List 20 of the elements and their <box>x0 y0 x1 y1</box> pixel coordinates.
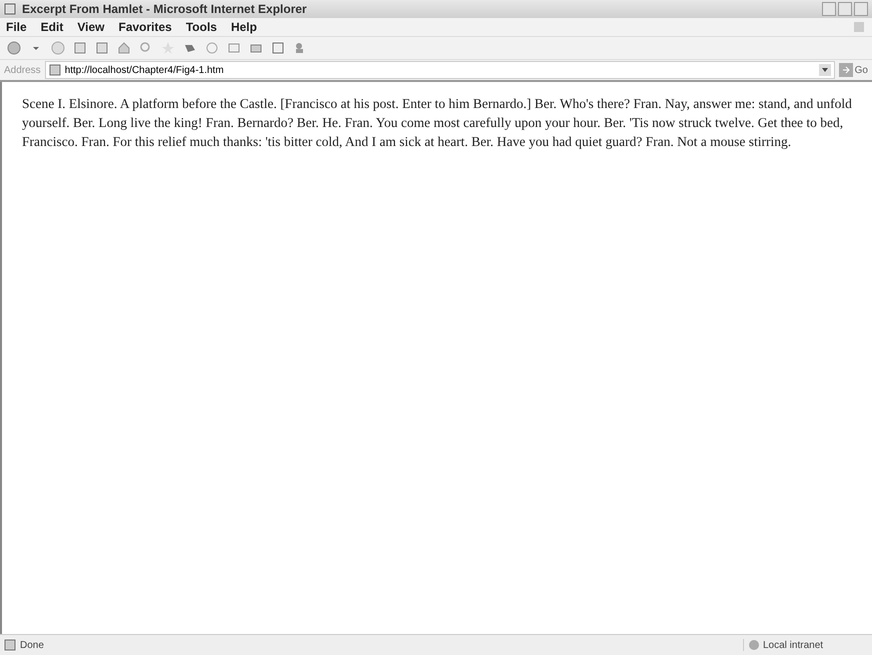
body-paragraph: Scene I. Elsinore. A platform before the Castle. [Francisco at his post. Enter to him Bernardo.] Ber. Who's there? Fran. Nay, answer me: stand, and unfold yourself. Ber. Long live the king! Fran. Bernardo? Ber. He. Fran. You come most carefully upon your hour. Ber. 'Tis now struck twelve. Get thee to bed, Francisco. Fran. For this relief much thanks: 'tis bitter cold, And I am sick at heart. Ber. Have you had quiet guard? Fran. Not a mouse stirring. <box>22 95 852 151</box>
menu-item[interactable]: File <box>6 20 27 34</box>
zone-text: Local intranet <box>763 640 824 650</box>
menu-item[interactable]: Tools <box>186 20 217 34</box>
status-text: Done <box>20 640 44 650</box>
maximize-button[interactable] <box>838 2 852 16</box>
address-field[interactable]: http://localhost/Chapter4/Fig4-1.htm <box>44 61 835 79</box>
window-title: Excerpt From Hamlet - Microsoft Internet Explorer <box>22 2 308 16</box>
history-icon[interactable] <box>204 40 220 56</box>
menu-item[interactable]: Edit <box>40 20 64 34</box>
back-icon[interactable] <box>6 40 22 56</box>
go-button[interactable]: Go <box>838 63 868 77</box>
home-icon[interactable] <box>116 40 132 56</box>
menu-item[interactable]: Help <box>230 20 257 34</box>
forward-icon[interactable] <box>50 40 66 56</box>
menu-item[interactable]: Favorites <box>118 20 172 34</box>
address-label: Address <box>4 64 41 76</box>
close-button[interactable] <box>854 2 868 16</box>
menu-item[interactable]: View <box>77 20 104 34</box>
minimize-button[interactable] <box>822 2 836 16</box>
